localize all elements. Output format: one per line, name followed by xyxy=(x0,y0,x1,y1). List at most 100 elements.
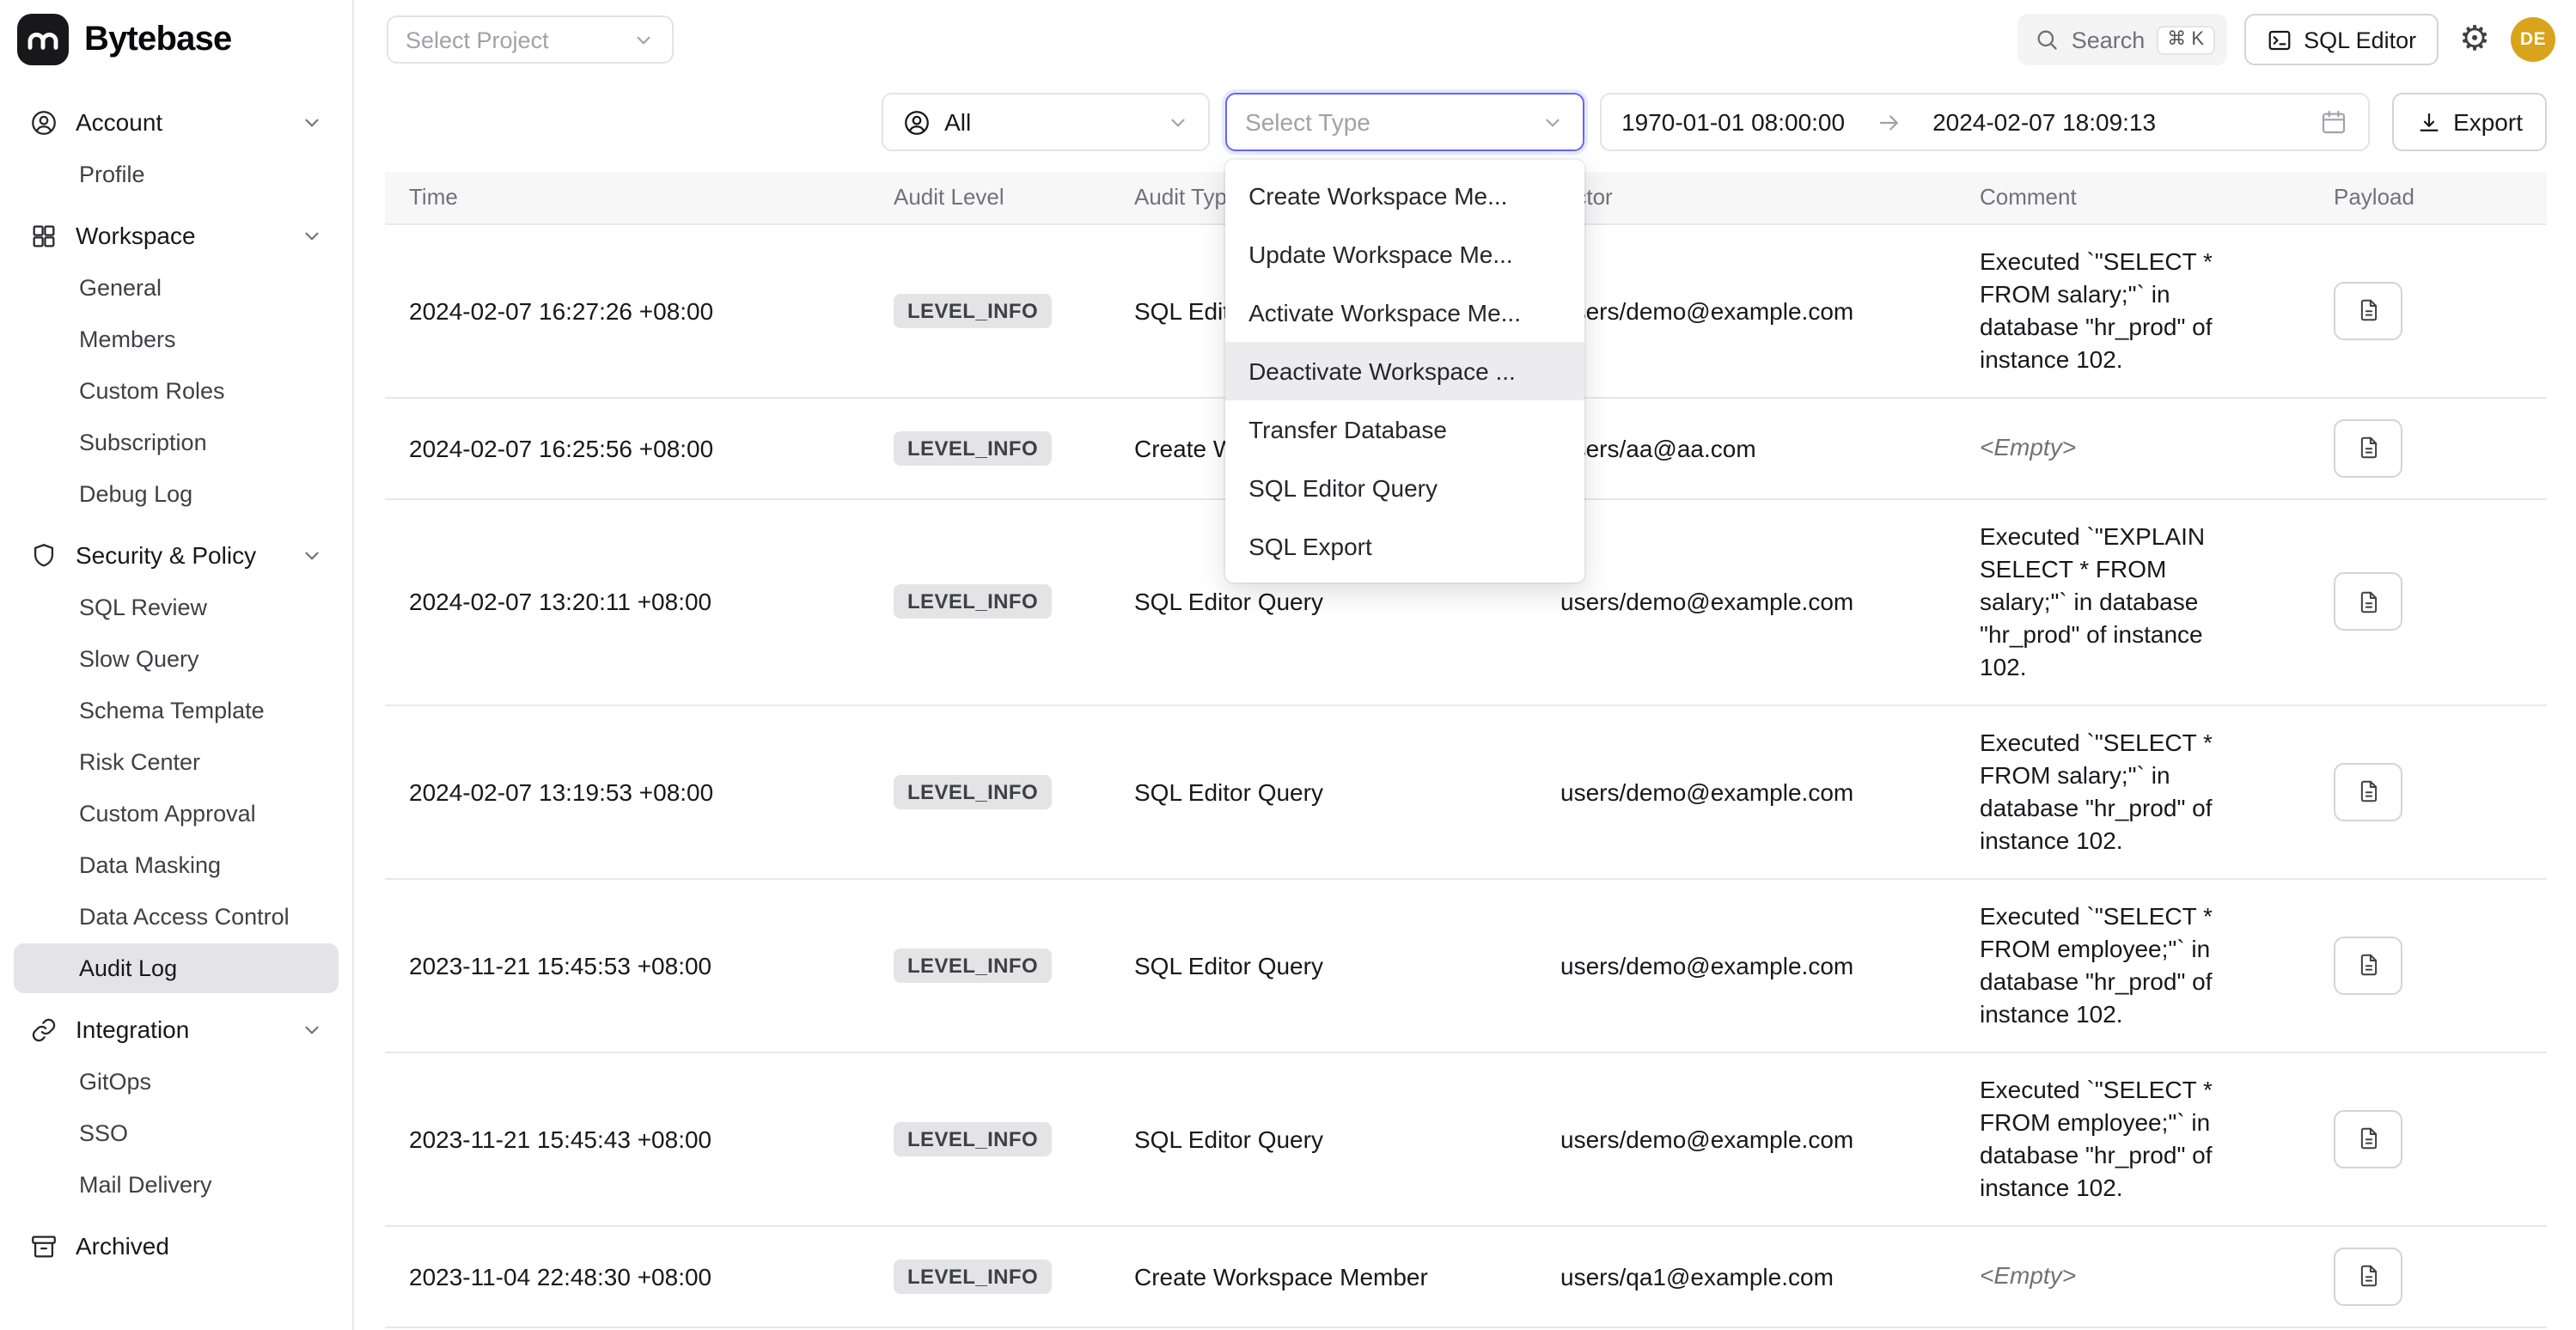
sidebar-item[interactable]: GitOps xyxy=(14,1057,339,1107)
main-content: All Select Type Create Workspace Me... xyxy=(356,79,2576,1330)
arrow-right-icon xyxy=(1876,109,1901,135)
column-header-comment: Comment xyxy=(1956,172,2310,223)
sidebar-item[interactable]: SSO xyxy=(14,1108,339,1158)
audit-level-badge: LEVEL_INFO xyxy=(894,948,1052,982)
type-dropdown-menu: Create Workspace Me... Update Workspace … xyxy=(1224,160,1584,583)
table-row: 2023-11-21 15:45:53 +08:00 LEVEL_INFO SQ… xyxy=(385,878,2547,1052)
type-menu-item[interactable]: Activate Workspace Me... xyxy=(1224,284,1584,342)
actor-filter-select[interactable]: All xyxy=(881,93,1209,151)
sidebar-item-archived[interactable]: Archived xyxy=(14,1220,339,1272)
row-audit-type: SQL Editor Query xyxy=(1134,778,1323,805)
audit-level-badge: LEVEL_INFO xyxy=(894,1121,1052,1156)
date-to-value: 2024-02-07 18:09:13 xyxy=(1932,108,2156,136)
payload-button[interactable] xyxy=(2334,281,2402,339)
type-menu-item[interactable]: Create Workspace Me... xyxy=(1224,167,1584,225)
grid-icon xyxy=(29,221,58,250)
column-header-audit-level: Audit Level xyxy=(870,172,1110,223)
search-label: Search xyxy=(2072,27,2146,52)
sidebar-item[interactable]: Custom Approval xyxy=(14,789,339,839)
export-label: Export xyxy=(2453,108,2523,136)
type-menu-item[interactable]: Transfer Database xyxy=(1224,400,1584,459)
file-text-icon xyxy=(2355,778,2381,804)
sidebar-item[interactable]: SQL Review xyxy=(14,583,339,632)
avatar[interactable]: DE xyxy=(2511,17,2555,62)
row-comment: Executed `"SELECT * FROM salary;"` in da… xyxy=(1980,726,2251,857)
calendar-icon xyxy=(2319,108,2347,136)
type-menu-item[interactable]: Deactivate Workspace ... xyxy=(1224,342,1584,400)
sidebar-section-workspace[interactable]: Workspace xyxy=(14,210,339,261)
payload-button[interactable] xyxy=(2334,936,2402,994)
search-button[interactable]: Search ⌘ K xyxy=(2018,14,2226,65)
sidebar-item[interactable]: Slow Query xyxy=(14,634,339,684)
type-filter-select[interactable]: Select Type xyxy=(1224,93,1584,151)
payload-button[interactable] xyxy=(2334,762,2402,821)
filter-bar: All Select Type Create Workspace Me... xyxy=(385,93,2547,151)
sidebar-section-label: Integration xyxy=(76,1016,189,1043)
sidebar-group-integration: GitOps SSO Mail Delivery xyxy=(14,1057,339,1210)
link-icon xyxy=(29,1015,58,1044)
type-filter-wrapper: Select Type Create Workspace Me... Updat… xyxy=(1224,93,1584,151)
type-menu-item[interactable]: Update Workspace Me... xyxy=(1224,225,1584,284)
sidebar-group-account: Profile xyxy=(14,149,339,199)
sidebar-item[interactable]: Risk Center xyxy=(14,737,339,787)
row-actor: users/demo@example.com xyxy=(1560,588,1853,615)
row-actor: users/demo@example.com xyxy=(1560,1125,1853,1152)
row-comment: Executed `"SELECT * FROM employee;"` in … xyxy=(1980,900,2251,1030)
bytebase-logo[interactable]: Bytebase xyxy=(0,0,352,79)
column-header-actor: Actor xyxy=(1536,172,1956,223)
sidebar-item[interactable]: Data Access Control xyxy=(14,892,339,942)
export-button[interactable]: Export xyxy=(2391,93,2547,151)
row-time: 2024-02-07 16:27:26 +08:00 xyxy=(409,296,713,324)
column-header-payload: Payload xyxy=(2310,172,2547,223)
row-audit-type: SQL Editor Query xyxy=(1134,588,1323,615)
download-icon xyxy=(2415,109,2441,135)
audit-level-badge: LEVEL_INFO xyxy=(894,293,1052,327)
sidebar-section-security-policy[interactable]: Security & Policy xyxy=(14,529,339,581)
sidebar-item[interactable]: Custom Roles xyxy=(14,366,339,416)
row-time: 2023-11-21 15:45:53 +08:00 xyxy=(409,951,711,979)
row-comment: Executed `"SELECT * FROM employee;"` in … xyxy=(1980,1073,2251,1204)
sidebar-item[interactable]: Schema Template xyxy=(14,686,339,735)
sidebar: Bytebase Account Profile xyxy=(0,0,354,1330)
type-menu-item[interactable]: SQL Export xyxy=(1224,517,1584,576)
sidebar-group-security-policy: SQL Review Slow Query Schema Template Ri… xyxy=(14,583,339,993)
sql-editor-label: SQL Editor xyxy=(2304,27,2416,52)
sidebar-item[interactable]: Audit Log xyxy=(14,943,339,993)
payload-button[interactable] xyxy=(2334,1247,2402,1305)
sidebar-section-label: Account xyxy=(76,108,162,136)
sidebar-item[interactable]: Debug Log xyxy=(14,469,339,519)
sidebar-item[interactable]: Subscription xyxy=(14,418,339,467)
gear-icon[interactable]: ⚙ xyxy=(2459,22,2490,57)
row-actor: users/demo@example.com xyxy=(1560,296,1853,324)
chevron-down-icon xyxy=(1166,111,1188,133)
sidebar-item[interactable]: Members xyxy=(14,314,339,364)
sql-editor-button[interactable]: SQL Editor xyxy=(2243,14,2439,65)
bytebase-app: Bytebase Account Profile xyxy=(0,0,2576,1330)
table-row: 2024-02-07 13:19:53 +08:00 LEVEL_INFO SQ… xyxy=(385,705,2547,878)
project-select[interactable]: Select Project xyxy=(387,15,674,64)
archive-icon xyxy=(29,1231,58,1260)
date-range-picker[interactable]: 1970-01-01 08:00:00 2024-02-07 18:09:13 xyxy=(1599,93,2369,151)
sidebar-section-label: Archived xyxy=(76,1232,169,1260)
sidebar-section-integration[interactable]: Integration xyxy=(14,1004,339,1055)
shield-icon xyxy=(29,540,58,570)
project-select-placeholder: Select Project xyxy=(406,27,549,52)
sidebar-section-label: Security & Policy xyxy=(76,541,256,569)
file-text-icon xyxy=(2355,1263,2381,1289)
type-menu-item[interactable]: SQL Editor Query xyxy=(1224,459,1584,517)
row-comment: Executed `"SELECT * FROM salary;"` in da… xyxy=(1980,245,2251,375)
sidebar-item[interactable]: Profile xyxy=(14,149,339,199)
payload-button[interactable] xyxy=(2334,1109,2402,1168)
sidebar-nav: Account Profile Workspace xyxy=(0,79,352,1272)
row-audit-type: SQL Editor Query xyxy=(1134,1125,1323,1152)
sidebar-item[interactable]: Data Masking xyxy=(14,840,339,890)
payload-button[interactable] xyxy=(2334,572,2402,631)
audit-level-badge: LEVEL_INFO xyxy=(894,584,1052,619)
audit-level-badge: LEVEL_INFO xyxy=(894,774,1052,808)
sidebar-item[interactable]: General xyxy=(14,263,339,313)
sidebar-section-account[interactable]: Account xyxy=(14,96,339,148)
payload-button[interactable] xyxy=(2334,418,2402,477)
sidebar-item[interactable]: Mail Delivery xyxy=(14,1160,339,1210)
sidebar-group-workspace: General Members Custom Roles Subscriptio… xyxy=(14,263,339,519)
chevron-down-icon xyxy=(301,224,323,247)
